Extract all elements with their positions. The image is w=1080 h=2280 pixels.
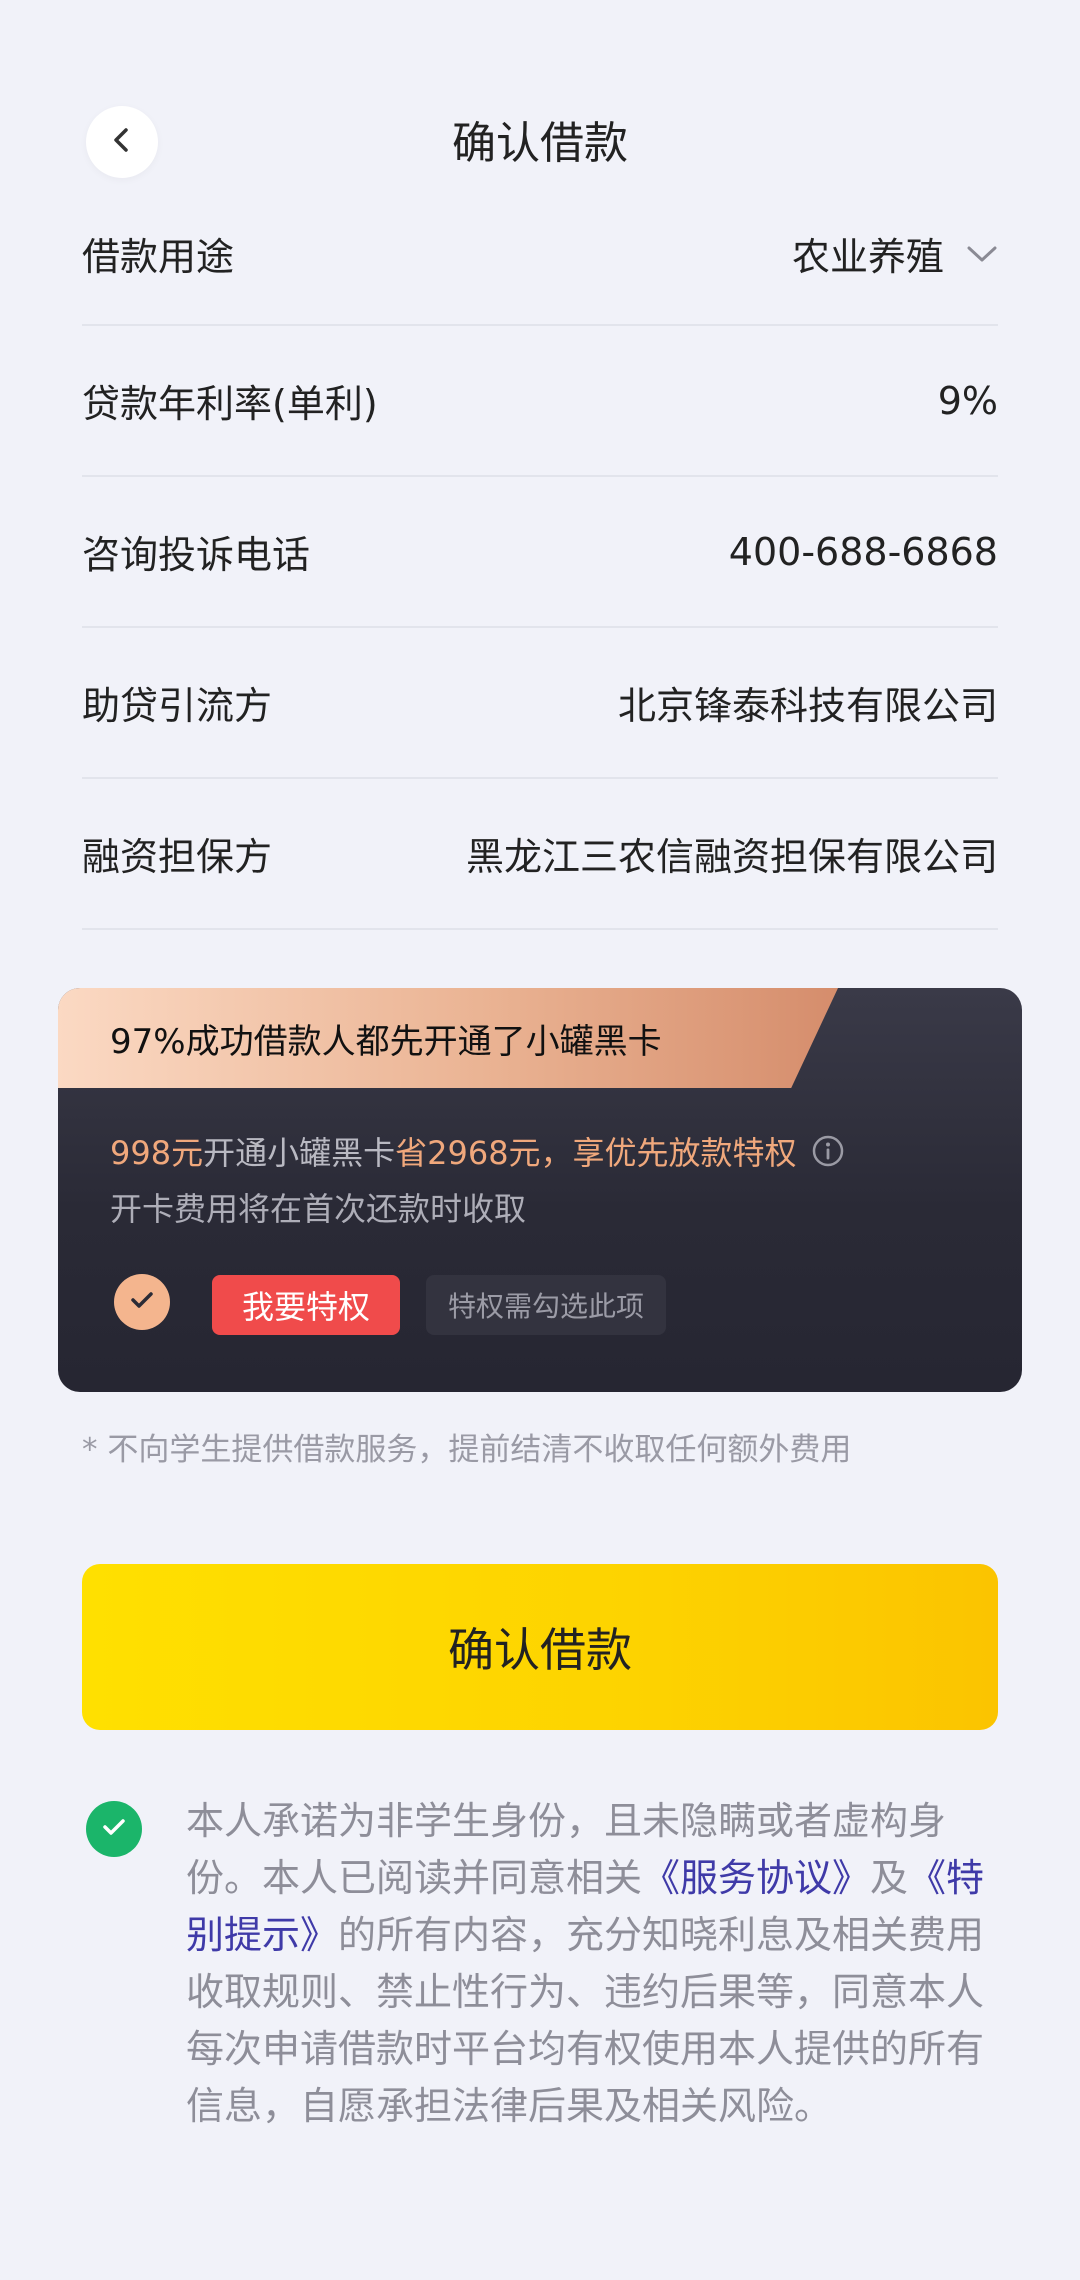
row-label: 借款用途 xyxy=(82,235,235,279)
chevron-down-icon xyxy=(966,244,998,264)
row-referral-party: 助贷引流方 北京锋泰科技有限公司 xyxy=(82,628,998,779)
agreement-text: 本人承诺为非学生身份，且未隐瞒或者虚构身份。本人已阅读并同意相关《服务协议》及《… xyxy=(186,1793,986,2135)
confirm-loan-button[interactable]: 确认借款 xyxy=(82,1564,998,1730)
loan-info-list: 借款用途 农业养殖 贷款年利率(单利) 9% 咨询投诉电话 400-688-68… xyxy=(82,200,998,930)
agreement-part2: 及 xyxy=(870,1856,909,1900)
header: 确认借款 xyxy=(0,0,1080,200)
check-icon xyxy=(129,1289,155,1315)
row-loan-purpose[interactable]: 借款用途 农业养殖 xyxy=(82,200,998,326)
info-icon[interactable] xyxy=(811,1134,845,1168)
row-label: 咨询投诉电话 xyxy=(82,533,311,577)
page-title: 确认借款 xyxy=(452,118,628,169)
row-guarantor: 融资担保方 黑龙江三农信融资担保有限公司 xyxy=(82,779,998,930)
privilege-button[interactable]: 我要特权 xyxy=(212,1275,400,1335)
privilege-checkbox[interactable] xyxy=(114,1274,170,1330)
black-card-promo: 97%成功借款人都先开通了小罐黑卡 998元 开通小罐黑卡 省2968元，享优先… xyxy=(58,988,1022,1392)
promo-banner-text: 97%成功借款人都先开通了小罐黑卡 xyxy=(110,1022,662,1062)
row-value: 黑龙江三农信融资担保有限公司 xyxy=(465,835,998,879)
promo-open-text: 开通小罐黑卡 xyxy=(203,1134,396,1172)
promo-price: 998元 xyxy=(110,1134,204,1172)
check-icon xyxy=(101,1816,127,1842)
promo-fee-note: 开卡费用将在首次还款时收取 xyxy=(110,1190,527,1228)
row-value: 农业养殖 xyxy=(791,235,944,279)
loan-purpose-select[interactable]: 农业养殖 xyxy=(792,226,998,281)
row-interest-rate: 贷款年利率(单利) 9% xyxy=(82,326,998,477)
service-agreement-link[interactable]: 《服务协议》 xyxy=(642,1856,870,1900)
row-label: 助贷引流方 xyxy=(82,684,273,728)
row-value: 400-688-6868 xyxy=(728,529,998,574)
row-label: 融资担保方 xyxy=(82,835,273,879)
privilege-tip: 特权需勾选此项 xyxy=(426,1275,667,1335)
promo-save-text: 省2968元，享优先放款特权 xyxy=(395,1134,797,1172)
row-label: 贷款年利率(单利) xyxy=(82,382,378,426)
agreement-checkbox[interactable] xyxy=(86,1801,142,1857)
promo-offer: 998元 开通小罐黑卡 省2968元，享优先放款特权 xyxy=(110,1128,845,1174)
row-complaint-phone: 咨询投诉电话 400-688-6868 xyxy=(82,477,998,628)
student-disclaimer: * 不向学生提供借款服务，提前结清不收取任何额外费用 xyxy=(82,1432,852,1468)
row-value: 北京锋泰科技有限公司 xyxy=(617,684,998,728)
row-value: 9% xyxy=(937,378,998,423)
